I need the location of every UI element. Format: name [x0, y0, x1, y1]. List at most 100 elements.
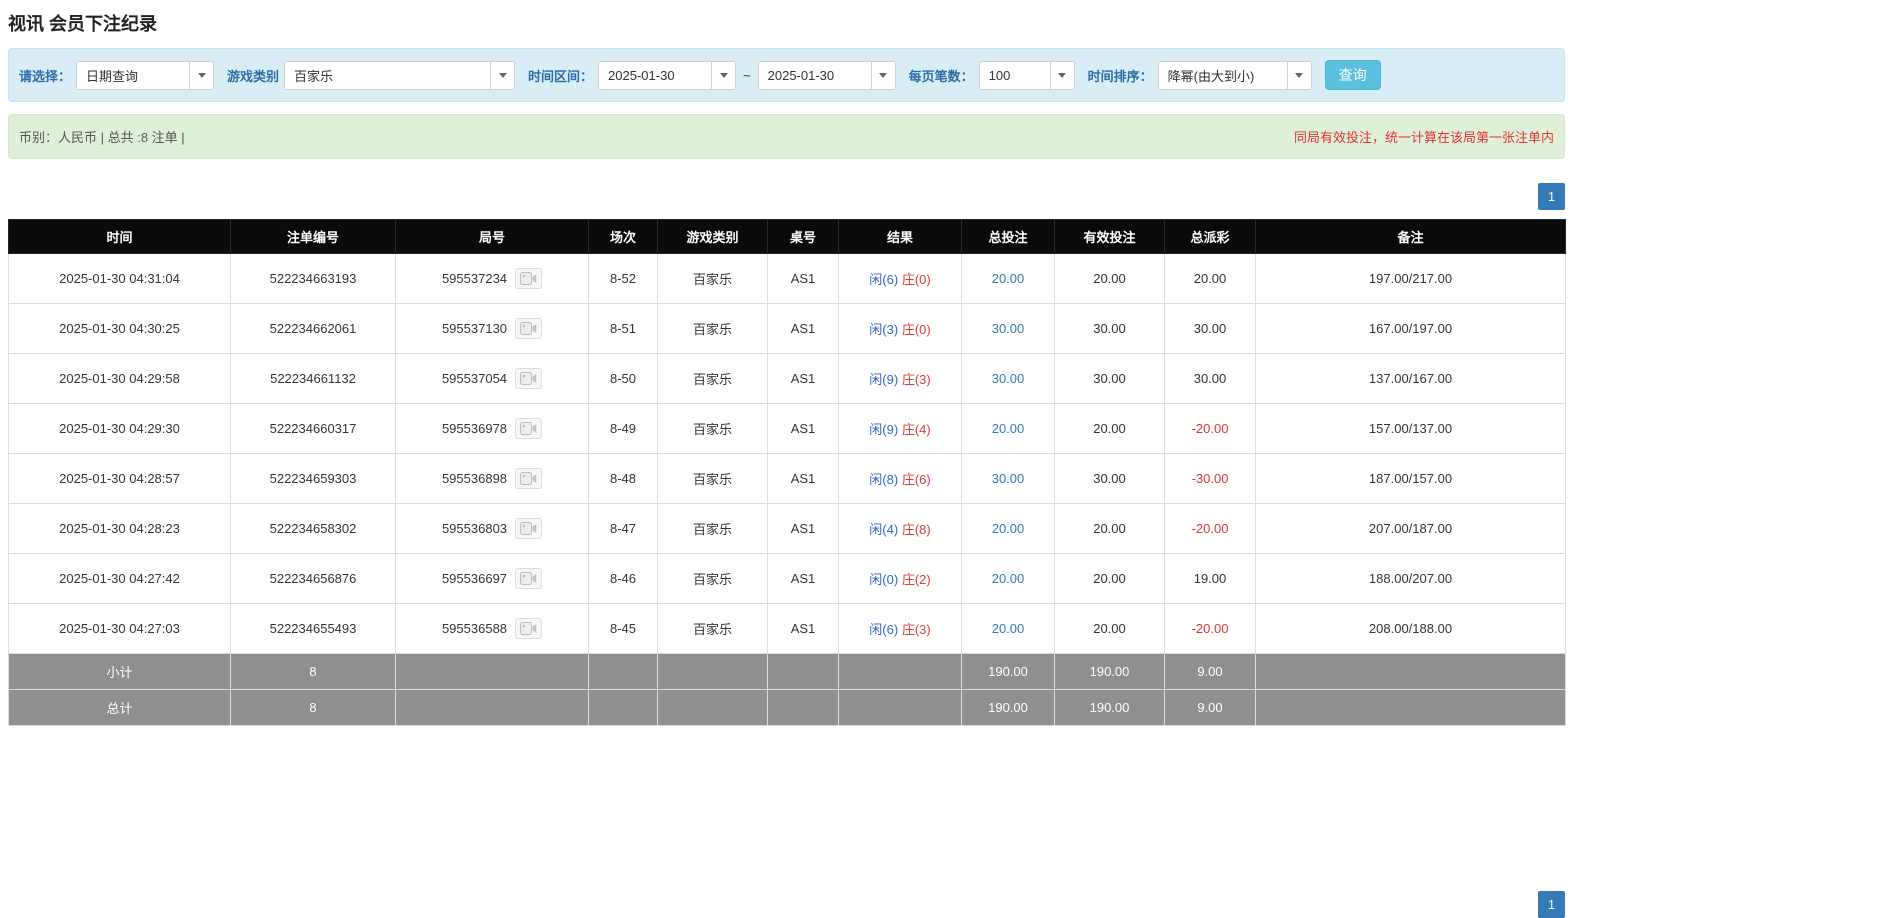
- game-type-input[interactable]: [285, 61, 491, 89]
- pagination-bottom: 1: [8, 891, 1565, 918]
- cell-time: 2025-01-30 04:30:25: [8, 303, 231, 354]
- replay-video-icon[interactable]: [515, 318, 543, 339]
- page-button-1[interactable]: 1: [1538, 183, 1565, 210]
- table-row: 2025-01-30 04:29:30 522234660317 5955369…: [8, 403, 1566, 454]
- replay-video-icon[interactable]: [515, 368, 543, 389]
- round-number: 595537234: [441, 271, 508, 286]
- replay-video-icon[interactable]: [515, 468, 543, 489]
- cell-game-type: 百家乐: [657, 353, 768, 404]
- round-number: 595537130: [441, 321, 508, 336]
- total-bet-link[interactable]: 20.00: [992, 571, 1025, 586]
- result-player: 闲(9): [869, 422, 899, 437]
- total-bet-link[interactable]: 30.00: [992, 471, 1025, 486]
- total-bet-link[interactable]: 30.00: [992, 321, 1025, 336]
- total-bet-link[interactable]: 20.00: [992, 271, 1025, 286]
- per-page-input[interactable]: [979, 61, 1050, 89]
- page-container: 视讯 会员下注纪录 请选择： 游戏类别 时间区间： ~ 每页笔数： 时间排序：: [8, 0, 1566, 918]
- cell-session: 8-47: [588, 503, 658, 554]
- page-title: 视讯 会员下注纪录: [8, 14, 158, 34]
- header-total-bet: 总投注: [961, 219, 1055, 254]
- game-type-combobox[interactable]: [284, 60, 516, 90]
- cell-bet-id: 522234660317: [230, 403, 396, 454]
- header-round-no: 局号: [395, 219, 589, 254]
- cell-table-no: AS1: [767, 253, 839, 304]
- cell-game-type: 百家乐: [657, 603, 768, 654]
- result-banker: 庄(4): [901, 422, 931, 437]
- chevron-down-icon: [1058, 72, 1067, 78]
- cell-valid-bet: 20.00: [1054, 403, 1165, 454]
- per-page-combobox[interactable]: [978, 60, 1075, 90]
- result-banker: 庄(2): [901, 572, 931, 587]
- header-session: 场次: [588, 219, 658, 254]
- time-sort-input[interactable]: [1158, 61, 1287, 89]
- cell-bet-id: 522234663193: [230, 253, 396, 304]
- date-from-input[interactable]: [599, 61, 712, 89]
- query-button[interactable]: 查询: [1324, 60, 1381, 90]
- date-to-dropdown-button[interactable]: [870, 61, 895, 89]
- cell-payout: 30.00: [1164, 303, 1256, 354]
- cell-valid-bet: 30.00: [1054, 353, 1165, 404]
- result-player: 闲(0): [869, 572, 899, 587]
- time-sort-dropdown-button[interactable]: [1286, 61, 1311, 89]
- result-banker: 庄(3): [901, 622, 931, 637]
- cell-remark: 137.00/167.00: [1255, 353, 1566, 404]
- cell-payout: -20.00: [1164, 603, 1256, 654]
- table-row: 2025-01-30 04:28:57 522234659303 5955368…: [8, 453, 1566, 504]
- cell-session: 8-45: [588, 603, 658, 654]
- cell-time: 2025-01-30 04:27:42: [8, 553, 231, 604]
- query-type-dropdown-button[interactable]: [189, 61, 214, 89]
- summary-info-bar: 币别：人民币 | 总共 :8 注单 | 同局有效投注，统一计算在该局第一张注单内: [8, 114, 1565, 159]
- time-sort-label: 时间排序：: [1087, 68, 1153, 84]
- date-to-combobox[interactable]: [757, 60, 896, 90]
- date-range-tilde: ~: [743, 67, 751, 83]
- cell-payout: 20.00: [1164, 253, 1256, 304]
- time-sort-combobox[interactable]: [1157, 60, 1312, 90]
- result-player: 闲(9): [869, 372, 899, 387]
- cell-valid-bet: 20.00: [1054, 603, 1165, 654]
- header-payout: 总派彩: [1164, 219, 1256, 254]
- total-bet-link[interactable]: 20.00: [992, 621, 1025, 636]
- total-bet-link[interactable]: 30.00: [992, 371, 1025, 386]
- total-bet-link[interactable]: 20.00: [992, 421, 1025, 436]
- replay-video-icon[interactable]: [515, 568, 543, 589]
- per-page-dropdown-button[interactable]: [1049, 61, 1074, 89]
- chevron-down-icon: [197, 72, 206, 78]
- cell-time: 2025-01-30 04:29:58: [8, 353, 231, 404]
- result-banker: 庄(0): [901, 272, 931, 287]
- query-type-input[interactable]: [77, 61, 190, 89]
- cell-time: 2025-01-30 04:28:23: [8, 503, 231, 554]
- header-remark: 备注: [1255, 219, 1566, 254]
- cell-game-type: 百家乐: [657, 253, 768, 304]
- header-valid-bet: 有效投注: [1054, 219, 1165, 254]
- replay-video-icon[interactable]: [515, 268, 543, 289]
- replay-video-icon[interactable]: [515, 618, 543, 639]
- header-table-no: 桌号: [767, 219, 839, 254]
- select-type-label: 请选择：: [19, 68, 72, 84]
- cell-remark: 197.00/217.00: [1255, 253, 1566, 304]
- result-player: 闲(3): [869, 322, 899, 337]
- filter-panel: 请选择： 游戏类别 时间区间： ~ 每页笔数： 时间排序：: [8, 48, 1565, 102]
- page-button-1-bottom[interactable]: 1: [1538, 891, 1565, 918]
- date-from-dropdown-button[interactable]: [711, 61, 736, 89]
- game-type-dropdown-button[interactable]: [490, 61, 515, 89]
- date-from-combobox[interactable]: [598, 60, 737, 90]
- cell-remark: 207.00/187.00: [1255, 503, 1566, 554]
- subtotal-count: 8: [230, 653, 396, 690]
- cell-remark: 208.00/188.00: [1255, 603, 1566, 654]
- cell-table-no: AS1: [767, 453, 839, 504]
- cell-valid-bet: 20.00: [1054, 503, 1165, 554]
- total-bet-link[interactable]: 20.00: [992, 521, 1025, 536]
- result-banker: 庄(8): [901, 522, 931, 537]
- per-page-label: 每页笔数：: [908, 68, 974, 84]
- table-row: 2025-01-30 04:30:25 522234662061 5955371…: [8, 303, 1566, 354]
- replay-video-icon[interactable]: [515, 418, 543, 439]
- query-type-combobox[interactable]: [76, 60, 215, 90]
- cell-table-no: AS1: [767, 553, 839, 604]
- cell-table-no: AS1: [767, 403, 839, 454]
- cell-session: 8-46: [588, 553, 658, 604]
- cell-bet-id: 522234655493: [230, 603, 396, 654]
- replay-video-icon[interactable]: [515, 518, 543, 539]
- date-to-input[interactable]: [758, 61, 871, 89]
- cell-session: 8-51: [588, 303, 658, 354]
- cell-time: 2025-01-30 04:28:57: [8, 453, 231, 504]
